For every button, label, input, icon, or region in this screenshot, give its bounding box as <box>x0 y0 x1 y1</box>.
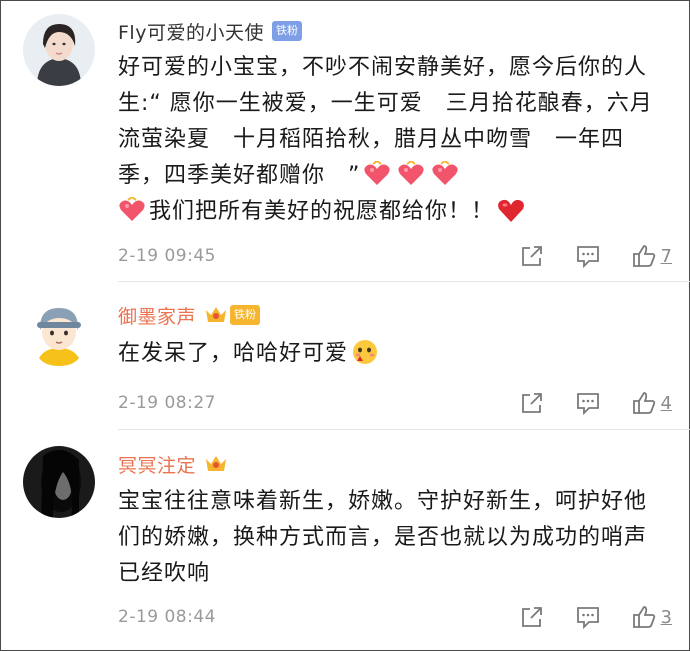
blushing-face-emoji <box>351 339 379 365</box>
avatar[interactable] <box>23 446 95 518</box>
comment-item: 御墨家声 铁粉 在发呆了，哈哈好可爱 2-19 08:27 4 <box>0 282 690 430</box>
like-count: 4 <box>660 392 672 414</box>
comment-header: 御墨家声 铁粉 <box>118 300 261 330</box>
comment-item: Fly可爱的小天使 铁粉 好可爱的小宝宝，不吵不闹安静美好，愿今后你的人生:“ … <box>0 0 690 282</box>
comment-text: 宝宝往往意味着新生，娇嫩。守护好新生，呵护好他们的娇嫩，换种方式而言，是否也就以… <box>118 489 648 586</box>
comment-header: Fly可爱的小天使 铁粉 <box>118 16 302 46</box>
share-icon[interactable] <box>519 604 545 630</box>
avatar[interactable] <box>23 298 95 370</box>
fan-badge: 铁粉 <box>271 21 302 41</box>
comment-text: 在发呆了，哈哈好可爱 <box>118 336 658 372</box>
username[interactable]: 御墨家声 <box>118 302 196 329</box>
heart-gift-emoji <box>118 197 146 223</box>
comment-item: 冥冥注定 宝宝往往意味着新生，娇嫩。守护好新生，呵护好他们的娇嫩，换种方式而言，… <box>0 430 690 651</box>
comment-text: 好可爱的小宝宝，不吵不闹安静美好，愿今后你的人生:“ 愿你一生被爱，一生可爱 三… <box>118 50 658 230</box>
share-icon[interactable] <box>519 243 545 269</box>
comment-meta: 2-19 08:27 4 <box>118 389 672 417</box>
comment-header: 冥冥注定 <box>118 449 228 479</box>
thumbs-up-icon <box>631 604 657 630</box>
username[interactable]: Fly可爱的小天使 <box>118 18 264 45</box>
comment-meta: 2-19 08:44 3 <box>118 603 672 631</box>
heart-gift-emoji <box>431 161 459 187</box>
avatar[interactable] <box>23 14 95 86</box>
comment-text-part: 我们把所有美好的祝愿都给你！！ <box>149 199 495 224</box>
comment-icon[interactable] <box>575 243 601 269</box>
crown-icon <box>204 453 228 475</box>
comment-meta: 2-19 09:45 7 <box>118 242 672 270</box>
comment-actions: 4 <box>519 390 672 416</box>
heart-gift-emoji <box>397 161 425 187</box>
timestamp: 2-19 08:44 <box>118 607 216 627</box>
timestamp: 2-19 08:27 <box>118 393 216 413</box>
thumbs-up-icon <box>631 390 657 416</box>
heart-gift-emoji <box>363 161 391 187</box>
like-count: 3 <box>660 606 672 628</box>
comment-actions: 7 <box>519 243 672 269</box>
share-icon[interactable] <box>519 390 545 416</box>
comment-text-part: 在发呆了，哈哈好可爱 <box>118 341 349 366</box>
like-button[interactable]: 3 <box>631 604 672 630</box>
like-button[interactable]: 4 <box>631 390 672 416</box>
like-count: 7 <box>660 245 672 267</box>
comment-icon[interactable] <box>575 390 601 416</box>
comment-icon[interactable] <box>575 604 601 630</box>
timestamp: 2-19 09:45 <box>118 246 216 266</box>
fan-badge: 铁粉 <box>230 305 261 325</box>
like-button[interactable]: 7 <box>631 243 672 269</box>
thumbs-up-icon <box>631 243 657 269</box>
username[interactable]: 冥冥注定 <box>118 451 196 478</box>
crown-icon <box>204 304 228 326</box>
comment-actions: 3 <box>519 604 672 630</box>
red-heart-emoji <box>497 197 525 223</box>
